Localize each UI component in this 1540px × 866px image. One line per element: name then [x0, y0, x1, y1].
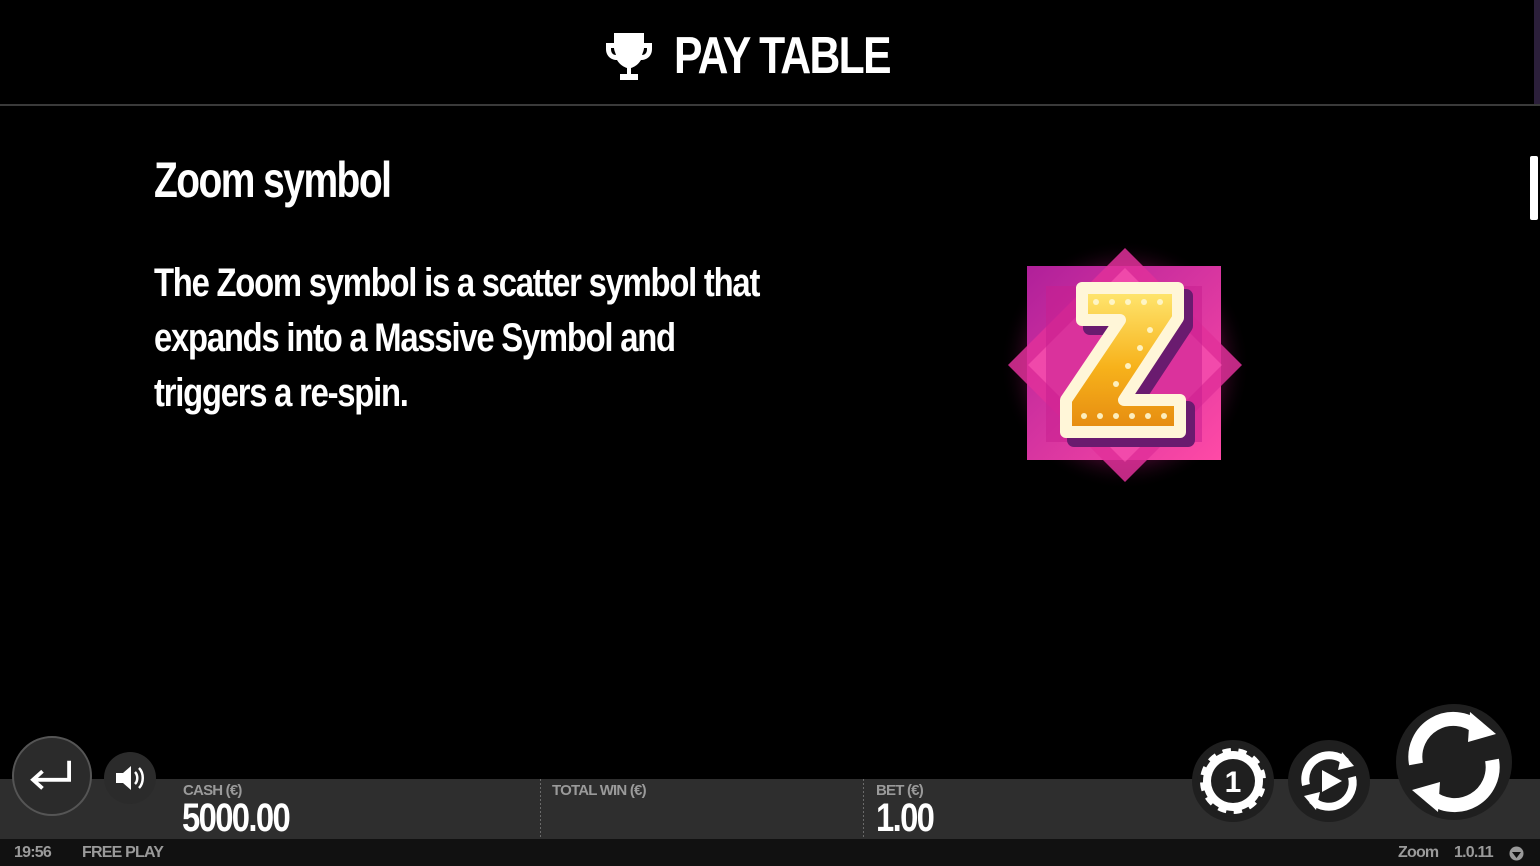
version-text: 1.0.11 [1454, 844, 1494, 861]
play-mode-text: FREE PLAY [82, 844, 164, 861]
scrollbar-thumb[interactable] [1530, 156, 1538, 220]
paytable-header: PAY TABLE [0, 0, 1540, 106]
clock-text: 19:56 [14, 844, 52, 861]
autoplay-icon [1301, 751, 1357, 811]
zoom-scatter-symbol [1000, 240, 1250, 490]
header-title-group: PAY TABLE [0, 28, 1540, 84]
total-win-label: TOTAL WIN (€) [552, 782, 647, 799]
coin-value-button[interactable]: 1 [1192, 740, 1274, 822]
back-button[interactable] [12, 736, 92, 816]
page-title: PAY TABLE [674, 27, 892, 85]
provider-logo-icon [1509, 846, 1524, 861]
header-scroll-accent [1534, 0, 1540, 104]
paytable-screen: PAY TABLE Zoom symbol The Zoom symbol is… [0, 0, 1540, 866]
spin-button[interactable] [1396, 704, 1512, 820]
speaker-icon [116, 766, 144, 790]
section-heading: Zoom symbol [154, 152, 392, 208]
game-name-text: Zoom [1398, 844, 1439, 861]
section-description: The Zoom symbol is a scatter symbol that… [154, 261, 760, 415]
spin-arrows-icon [1408, 711, 1500, 813]
autoplay-button[interactable] [1288, 740, 1370, 822]
trophy-icon [606, 33, 653, 80]
status-bar: 19:56 FREE PLAY Zoom 1.0.11 [0, 839, 1540, 866]
bet-value: 1.00 [876, 796, 935, 840]
chip-icon: 1 [1197, 745, 1269, 817]
coin-value-text: 1 [1225, 766, 1242, 799]
return-arrow-icon [30, 760, 71, 790]
bar-divider [863, 779, 864, 839]
cash-value: 5000.00 [182, 796, 291, 840]
sound-button[interactable] [104, 752, 156, 804]
bar-divider [540, 779, 541, 839]
